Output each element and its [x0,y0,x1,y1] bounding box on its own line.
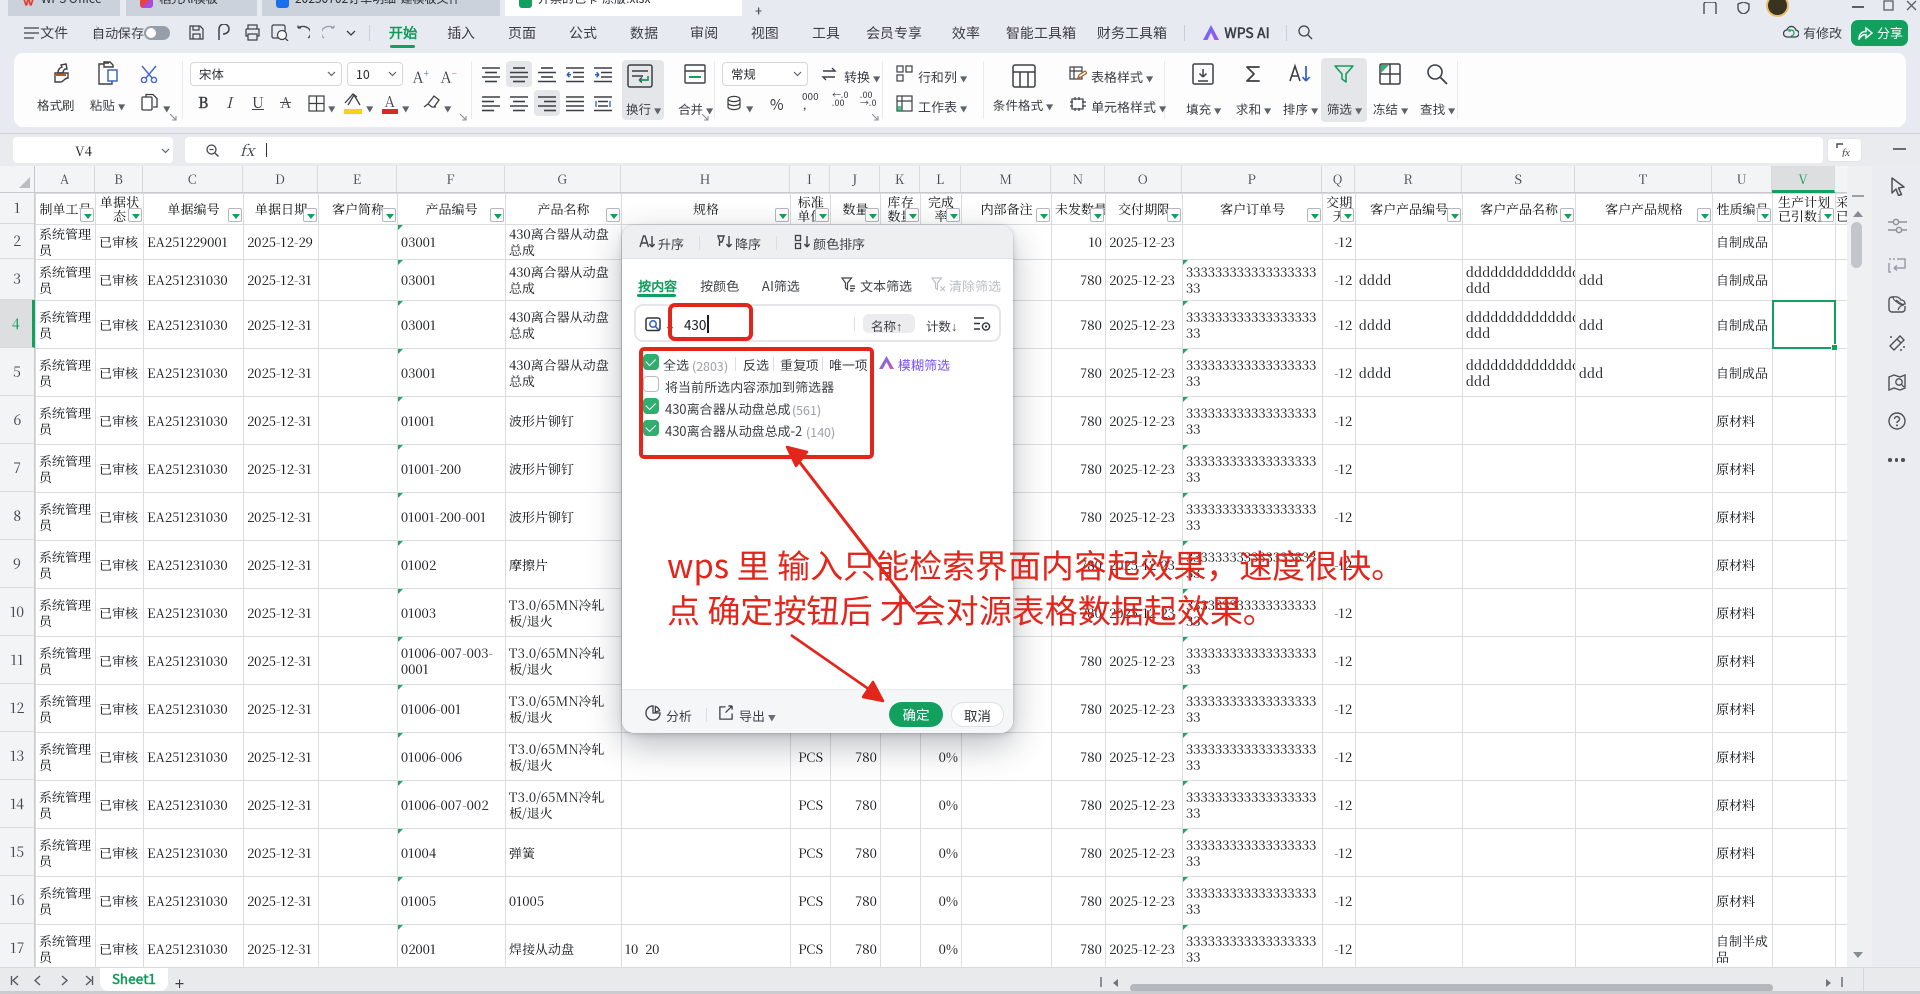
svg-text:fx: fx [1842,147,1850,157]
